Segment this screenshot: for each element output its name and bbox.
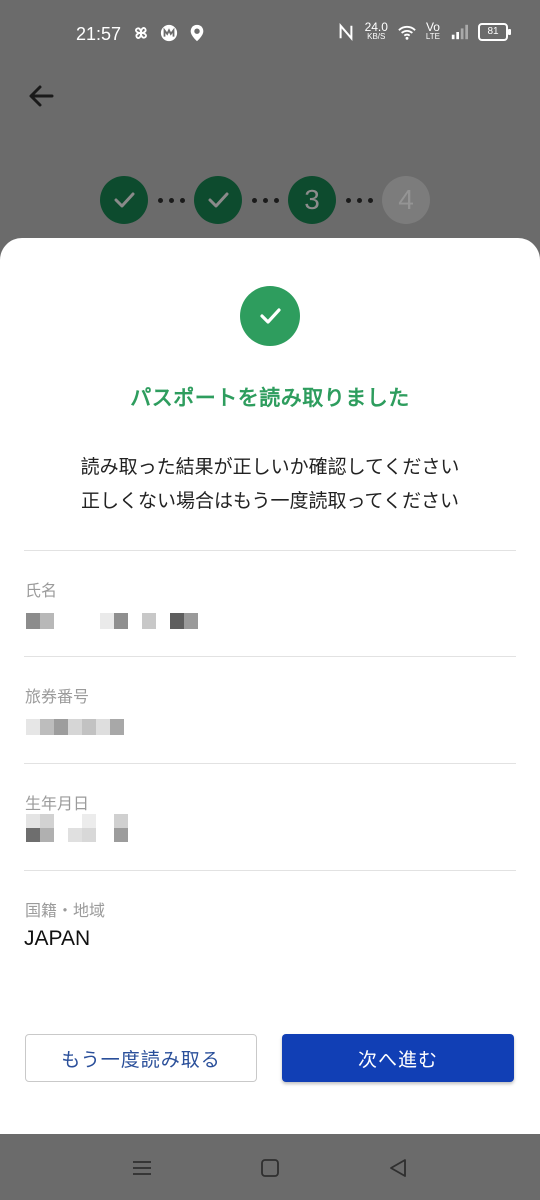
location-pin-icon — [190, 24, 204, 42]
retry-scan-button[interactable]: もう一度読み取る — [25, 1034, 257, 1082]
check-circle-icon — [240, 286, 300, 346]
volte-indicator: Vo LTE — [425, 20, 440, 42]
square-home-icon[interactable] — [258, 1156, 282, 1180]
step-3-active: 3 — [288, 176, 336, 224]
check-icon — [114, 192, 135, 208]
nfc-icon — [339, 23, 352, 41]
messenger-m-icon — [160, 24, 178, 42]
step-1-done — [100, 176, 148, 224]
menu-icon[interactable] — [130, 1156, 154, 1180]
triangle-back-icon[interactable] — [386, 1156, 410, 1180]
field-nationality-label: 国籍・地域 — [25, 901, 106, 920]
next-button[interactable]: 次へ進む — [282, 1034, 514, 1082]
status-time: 21:57 — [76, 24, 122, 44]
network-speed: 24.0 KB/S — [364, 20, 388, 42]
check-icon — [208, 192, 229, 208]
network-speed-value: 24.0 — [364, 20, 388, 34]
pinwheel-icon — [135, 27, 147, 39]
battery-icon: 81 — [478, 23, 511, 41]
sheet-title: パスポートを読み取りました — [130, 386, 410, 410]
system-nav-bar — [0, 1134, 540, 1200]
field-name: 氏名 — [24, 550, 516, 657]
next-button-label: 次へ進む — [357, 1048, 438, 1071]
step-connector — [336, 197, 382, 203]
progress-stepper: 3 4 — [100, 176, 430, 224]
step-connector — [148, 197, 194, 203]
sheet-description: 読み取った結果が正しいか確認してください 正しくない場合はもう一度読取ってくださ… — [0, 450, 540, 518]
field-nationality: 国籍・地域 JAPAN — [24, 870, 516, 977]
field-birth-date-label: 生年月日 — [25, 794, 90, 813]
signal-bars-icon — [451, 24, 468, 40]
step-2-done — [194, 176, 242, 224]
field-birth-date: 生年月日 — [24, 763, 516, 870]
field-name-label: 氏名 — [25, 581, 58, 600]
wifi-icon — [398, 25, 416, 40]
network-speed-unit: KB/S — [367, 32, 386, 41]
status-bar: 21:57 24.0 KB/S Vo LTE 81 — [0, 0, 540, 70]
arrow-left-icon[interactable] — [24, 78, 60, 114]
volte-top: Vo — [425, 20, 440, 34]
description-line-1: 読み取った結果が正しいか確認してください — [80, 456, 460, 478]
field-passport-number-label: 旅券番号 — [25, 687, 90, 706]
retry-scan-button-label: もう一度読み取る — [61, 1048, 221, 1071]
check-icon — [260, 308, 281, 324]
result-sheet: パスポートを読み取りました 読み取った結果が正しいか確認してください 正しくない… — [0, 238, 540, 1134]
volte-bottom: LTE — [425, 32, 440, 41]
step-4-pending: 4 — [382, 176, 430, 224]
step-connector — [242, 197, 288, 203]
field-nationality-value: JAPAN — [24, 927, 91, 950]
description-line-2: 正しくない場合はもう一度読取ってください — [81, 490, 459, 512]
field-passport-number: 旅券番号 — [24, 656, 516, 763]
